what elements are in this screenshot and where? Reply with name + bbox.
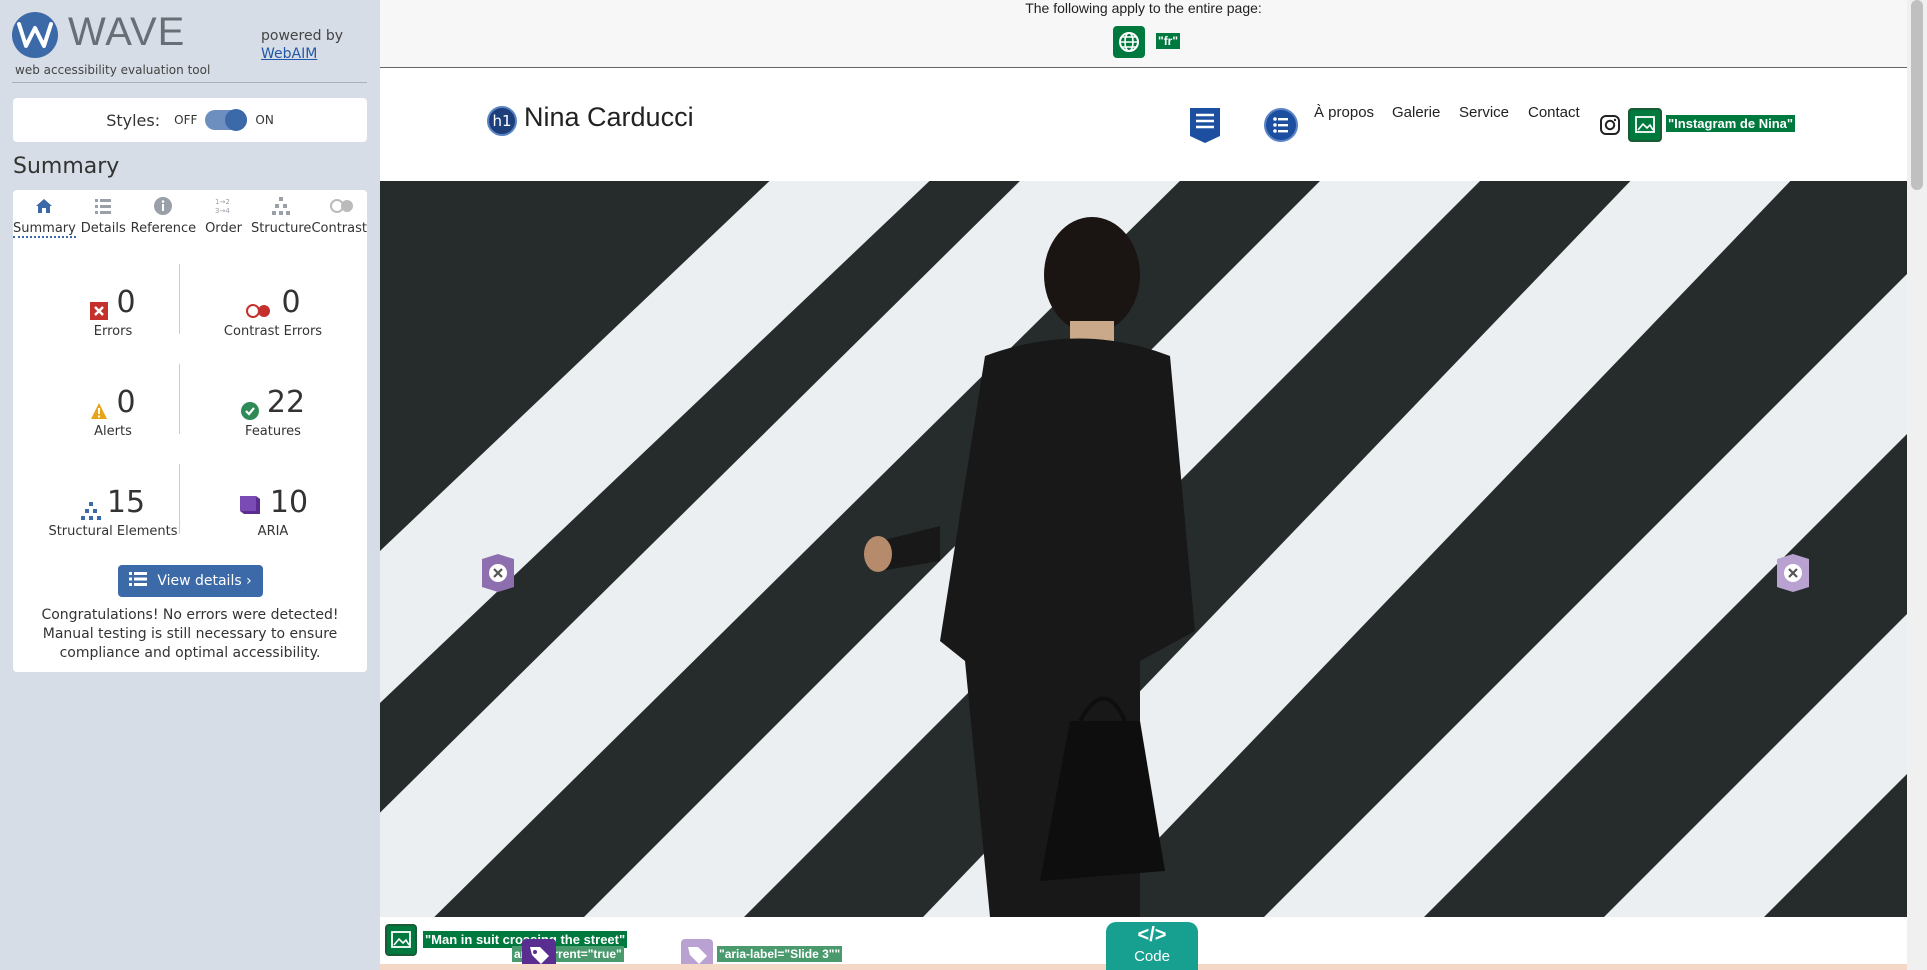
page-level-text: The following apply to the entire page: bbox=[1025, 0, 1262, 16]
contrast-errors-count: 0 bbox=[281, 284, 301, 320]
tab-contrast[interactable]: Contrast bbox=[311, 190, 367, 242]
tab-label: Contrast bbox=[311, 221, 367, 236]
h1-badge[interactable]: h1 bbox=[487, 106, 517, 136]
page-preview: The following apply to the entire page: … bbox=[380, 0, 1907, 970]
home-icon bbox=[34, 196, 54, 216]
hero-carousel bbox=[380, 181, 1907, 917]
congrats-message: Congratulations! No errors were detected… bbox=[41, 607, 339, 661]
stat-features[interactable]: 22 Features bbox=[193, 382, 353, 439]
site-title: Nina Carducci bbox=[524, 102, 694, 132]
divider bbox=[179, 264, 180, 334]
structural-count: 15 bbox=[106, 484, 146, 520]
error-icon bbox=[90, 293, 109, 320]
features-label: Features bbox=[245, 424, 301, 439]
hero-image bbox=[380, 181, 1907, 917]
stat-alerts[interactable]: 0 Alerts bbox=[33, 382, 193, 439]
tab-structure[interactable]: Structure bbox=[251, 190, 311, 242]
view-details-button[interactable]: View details › bbox=[118, 565, 263, 597]
styles-on-label: ON bbox=[255, 113, 274, 127]
styles-label: Styles: bbox=[106, 110, 161, 130]
panel-tabs: Summary Details Reference 1→2 3→4 Order S… bbox=[13, 190, 367, 242]
site-header: h1 Nina Carducci À propos Galerie Servic… bbox=[380, 70, 1907, 180]
order-icon: 1→2 3→4 bbox=[214, 196, 234, 216]
aria-label-slide3: "aria-label="Slide 3"" bbox=[717, 946, 843, 962]
logo-subtitle: web accessibility evaluation tool bbox=[15, 63, 211, 77]
alerts-count: 0 bbox=[116, 384, 136, 420]
scrollbar[interactable] bbox=[1907, 0, 1927, 970]
tab-details[interactable]: Details bbox=[76, 190, 131, 242]
webaim-link[interactable]: WebAIM bbox=[261, 45, 343, 63]
list-icon[interactable] bbox=[1264, 108, 1298, 142]
aria-icon[interactable] bbox=[1188, 106, 1222, 144]
powered-by-text: powered by bbox=[261, 28, 344, 44]
contrast-error-icon bbox=[245, 293, 273, 318]
instagram-icon[interactable] bbox=[1599, 114, 1621, 136]
stat-errors[interactable]: 0 Errors bbox=[33, 282, 193, 339]
image-alt-icon[interactable] bbox=[385, 924, 417, 956]
errors-count: 0 bbox=[116, 284, 136, 320]
structural-label: Structural Elements bbox=[48, 524, 178, 539]
styles-off-label: OFF bbox=[174, 113, 198, 127]
alert-icon bbox=[90, 393, 108, 419]
stat-aria[interactable]: 10 ARIA bbox=[193, 482, 353, 539]
wave-sidebar: WAVE web accessibility evaluation tool p… bbox=[0, 0, 380, 970]
svg-text:3→4: 3→4 bbox=[215, 207, 230, 215]
list-icon bbox=[93, 196, 113, 216]
stat-contrast-errors[interactable]: 0 Contrast Errors bbox=[193, 282, 353, 340]
wave-logo-icon bbox=[12, 12, 58, 58]
list-icon bbox=[129, 572, 148, 590]
structure-icon bbox=[80, 493, 101, 520]
svg-text:1→2: 1→2 bbox=[215, 198, 230, 206]
contrast-icon bbox=[329, 196, 354, 216]
alerts-label: Alerts bbox=[94, 424, 132, 439]
tab-label: Details bbox=[80, 221, 126, 236]
contrast-errors-label: Contrast Errors bbox=[223, 324, 323, 339]
aria-count: 10 bbox=[269, 484, 309, 520]
divider bbox=[179, 464, 180, 534]
nav-link-galerie[interactable]: Galerie bbox=[1392, 104, 1440, 121]
scrollbar-thumb[interactable] bbox=[1911, 0, 1923, 190]
tab-order[interactable]: 1→2 3→4 Order bbox=[196, 190, 251, 242]
tab-label: Structure bbox=[250, 221, 312, 236]
carousel-prev-button[interactable] bbox=[480, 553, 516, 592]
tab-label: Summary bbox=[13, 221, 76, 238]
aria-icon bbox=[238, 490, 262, 514]
code-label: Code bbox=[1134, 948, 1170, 965]
styles-toggle[interactable] bbox=[205, 109, 248, 131]
instagram-alt-label: "Instagram de Nina" bbox=[1666, 115, 1796, 132]
summary-heading: Summary bbox=[13, 154, 120, 179]
nav-link-service[interactable]: Service bbox=[1459, 104, 1509, 121]
summary-panel: 0 Errors 0 Contrast Errors 0 Alerts 22 F… bbox=[13, 242, 367, 672]
feature-icon bbox=[240, 393, 259, 420]
code-panel-toggle[interactable]: </> Code bbox=[1106, 922, 1198, 970]
code-icon: </> bbox=[1137, 924, 1167, 946]
nav-link-contact[interactable]: Contact bbox=[1528, 104, 1580, 121]
errors-label: Errors bbox=[93, 324, 133, 339]
divider bbox=[12, 82, 367, 83]
tab-label: Order bbox=[205, 221, 243, 236]
linked-image-icon[interactable] bbox=[1628, 108, 1662, 142]
language-label: "fr" bbox=[1156, 33, 1181, 49]
stat-structural[interactable]: 15 Structural Elements bbox=[33, 482, 193, 540]
toggle-knob bbox=[225, 109, 248, 131]
styles-toggle-box: Styles: OFF ON bbox=[13, 98, 367, 142]
logo-text: WAVE bbox=[68, 10, 186, 54]
tab-reference[interactable]: Reference bbox=[131, 190, 196, 242]
page-level-bar: The following apply to the entire page: … bbox=[380, 0, 1907, 68]
carousel-next-button[interactable] bbox=[1775, 553, 1811, 592]
info-icon bbox=[153, 196, 173, 216]
language-icon[interactable] bbox=[1113, 26, 1145, 58]
aria-label: ARIA bbox=[257, 524, 289, 539]
nav-link-apropos[interactable]: À propos bbox=[1314, 104, 1374, 121]
features-count: 22 bbox=[266, 384, 306, 420]
tab-summary[interactable]: Summary bbox=[13, 190, 76, 242]
divider bbox=[179, 364, 180, 434]
structure-icon bbox=[271, 196, 291, 216]
tab-label: Reference bbox=[130, 221, 197, 236]
view-details-label: View details › bbox=[157, 573, 252, 589]
powered-by: powered by WebAIM bbox=[261, 27, 343, 63]
